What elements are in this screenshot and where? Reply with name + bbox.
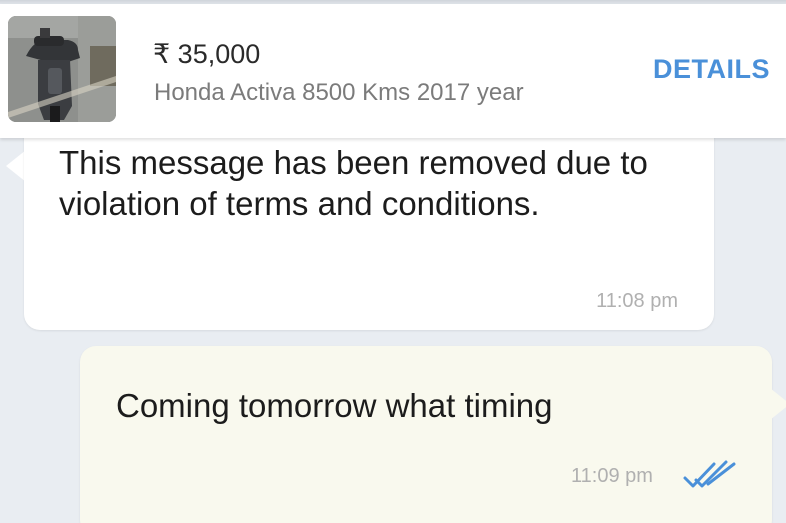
details-button[interactable]: DETAILS — [653, 54, 770, 85]
outgoing-message-time: 11:09 pm — [571, 465, 653, 487]
listing-subtitle: Honda Activa 8500 Kms 2017 year — [154, 79, 524, 106]
listing-header[interactable]: ₹ 35,000 Honda Activa 8500 Kms 2017 year… — [0, 4, 786, 138]
outgoing-bubble-tail — [770, 388, 786, 420]
scooter-photo-icon — [8, 16, 116, 122]
double-check-icon — [683, 460, 736, 488]
incoming-bubble-tail — [6, 150, 26, 182]
incoming-message-time: 11:08 pm — [596, 290, 678, 312]
listing-price: ₹ 35,000 — [153, 39, 261, 69]
outgoing-message-bubble[interactable] — [80, 346, 772, 523]
incoming-message-text: This message has been removed due to vio… — [59, 144, 648, 222]
outgoing-message-text: Coming tomorrow what timing — [116, 387, 553, 424]
listing-thumbnail[interactable] — [8, 16, 116, 122]
